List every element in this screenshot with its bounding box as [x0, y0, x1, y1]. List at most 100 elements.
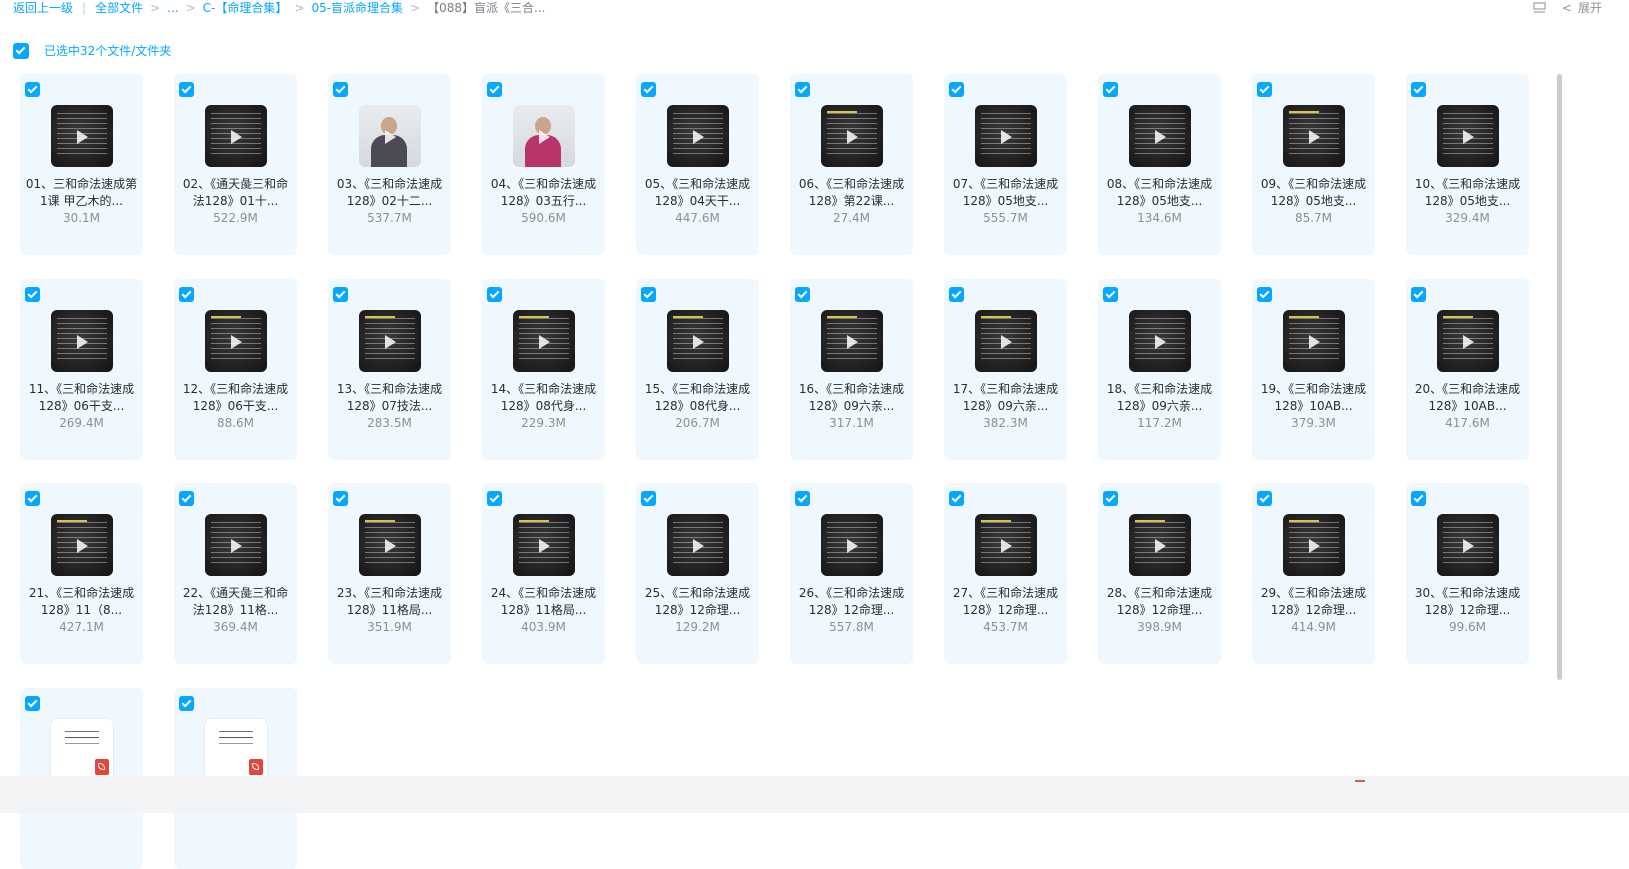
- breadcrumb-all-files[interactable]: 全部文件: [95, 0, 143, 16]
- scrollbar-thumb[interactable]: [1557, 74, 1562, 680]
- file-card[interactable]: 06、《三和命法速成128》第22课... 27.4M: [790, 74, 913, 255]
- file-name[interactable]: 29、《三和命法速成128》12命理...: [1256, 585, 1371, 619]
- file-checkbox[interactable]: [179, 696, 194, 711]
- file-checkbox[interactable]: [1411, 82, 1426, 97]
- file-checkbox[interactable]: [949, 287, 964, 302]
- file-card[interactable]: 18、《三和命法速成128》09六亲... 117.2M: [1098, 279, 1221, 460]
- file-name[interactable]: 09、《三和命法速成128》05地支...: [1256, 176, 1371, 210]
- video-thumbnail[interactable]: [821, 105, 883, 167]
- file-name[interactable]: 28、《三和命法速成128》12命理...: [1102, 585, 1217, 619]
- video-thumbnail[interactable]: [1129, 105, 1191, 167]
- file-name[interactable]: 02、《通天彘三和命法128》01十...: [178, 176, 293, 210]
- file-card[interactable]: 05、《三和命法速成128》04天干... 447.6M: [636, 74, 759, 255]
- file-name[interactable]: 16、《三和命法速成128》09六亲...: [794, 381, 909, 415]
- video-thumbnail[interactable]: [51, 514, 113, 576]
- file-card[interactable]: 13、《三和命法速成128》07技法... 283.5M: [328, 279, 451, 460]
- file-checkbox[interactable]: [1411, 287, 1426, 302]
- vertical-scrollbar[interactable]: [1555, 74, 1565, 680]
- file-card[interactable]: 01、三和命法速成第1课 甲乙木的... 30.1M: [20, 74, 143, 255]
- file-name[interactable]: 25、《三和命法速成128》12命理...: [640, 585, 755, 619]
- file-name[interactable]: 17、《三和命法速成128》09六亲...: [948, 381, 1063, 415]
- chevron-left-icon[interactable]: <: [1562, 0, 1572, 16]
- file-name[interactable]: 04、《三和命法速成128》03五行...: [486, 176, 601, 210]
- file-name[interactable]: 21、《三和命法速成128》11（8...: [24, 585, 139, 619]
- file-checkbox[interactable]: [641, 491, 656, 506]
- file-checkbox[interactable]: [333, 82, 348, 97]
- video-thumbnail[interactable]: [513, 310, 575, 372]
- select-all-checkbox[interactable]: [13, 43, 29, 59]
- file-checkbox[interactable]: [1411, 491, 1426, 506]
- file-checkbox[interactable]: [1103, 287, 1118, 302]
- file-name[interactable]: 01、三和命法速成第1课 甲乙木的...: [24, 176, 139, 210]
- file-checkbox[interactable]: [179, 287, 194, 302]
- file-card[interactable]: 29、《三和命法速成128》12命理... 414.9M: [1252, 483, 1375, 664]
- document-thumbnail[interactable]: [51, 719, 113, 781]
- video-thumbnail[interactable]: [359, 310, 421, 372]
- file-card[interactable]: 11、《三和命法速成128》06干支... 269.4M: [20, 279, 143, 460]
- file-card[interactable]: 10、《三和命法速成128》05地支... 329.4M: [1406, 74, 1529, 255]
- video-thumbnail[interactable]: [205, 310, 267, 372]
- file-checkbox[interactable]: [795, 82, 810, 97]
- video-thumbnail[interactable]: [205, 105, 267, 167]
- video-thumbnail[interactable]: [821, 310, 883, 372]
- file-name[interactable]: 26、《三和命法速成128》12命理...: [794, 585, 909, 619]
- file-checkbox[interactable]: [179, 491, 194, 506]
- file-card[interactable]: 21、《三和命法速成128》11（8... 427.1M: [20, 483, 143, 664]
- video-thumbnail[interactable]: [1283, 514, 1345, 576]
- document-thumbnail[interactable]: [205, 719, 267, 781]
- video-thumbnail[interactable]: [513, 105, 575, 167]
- file-name[interactable]: 11、《三和命法速成128》06干支...: [24, 381, 139, 415]
- file-checkbox[interactable]: [25, 491, 40, 506]
- file-name[interactable]: 19、《三和命法速成128》10AB...: [1256, 381, 1371, 415]
- file-card[interactable]: 04、《三和命法速成128》03五行... 590.6M: [482, 74, 605, 255]
- file-name[interactable]: 05、《三和命法速成128》04天干...: [640, 176, 755, 210]
- file-name[interactable]: 06、《三和命法速成128》第22课...: [794, 176, 909, 210]
- file-name[interactable]: 10、《三和命法速成128》05地支...: [1410, 176, 1525, 210]
- file-checkbox[interactable]: [641, 287, 656, 302]
- video-thumbnail[interactable]: [359, 105, 421, 167]
- video-thumbnail[interactable]: [359, 514, 421, 576]
- file-checkbox[interactable]: [1103, 82, 1118, 97]
- file-name[interactable]: 22、《通天彘三和命法128》11格...: [178, 585, 293, 619]
- file-checkbox[interactable]: [795, 491, 810, 506]
- file-name[interactable]: 13、《三和命法速成128》07技法...: [332, 381, 447, 415]
- video-thumbnail[interactable]: [51, 310, 113, 372]
- file-card[interactable]: 15、《三和命法速成128》08代身... 206.7M: [636, 279, 759, 460]
- file-checkbox[interactable]: [949, 491, 964, 506]
- video-thumbnail[interactable]: [513, 514, 575, 576]
- file-card[interactable]: 27、《三和命法速成128》12命理... 453.7M: [944, 483, 1067, 664]
- file-name[interactable]: 03、《三和命法速成128》02十二...: [332, 176, 447, 210]
- file-checkbox[interactable]: [333, 287, 348, 302]
- video-thumbnail[interactable]: [51, 105, 113, 167]
- video-thumbnail[interactable]: [1283, 310, 1345, 372]
- file-card[interactable]: 19、《三和命法速成128》10AB... 379.3M: [1252, 279, 1375, 460]
- video-thumbnail[interactable]: [667, 310, 729, 372]
- file-checkbox[interactable]: [1257, 491, 1272, 506]
- video-thumbnail[interactable]: [1129, 514, 1191, 576]
- file-checkbox[interactable]: [1257, 287, 1272, 302]
- video-thumbnail[interactable]: [821, 514, 883, 576]
- file-checkbox[interactable]: [487, 82, 502, 97]
- file-checkbox[interactable]: [487, 287, 502, 302]
- video-thumbnail[interactable]: [975, 105, 1037, 167]
- video-thumbnail[interactable]: [1437, 105, 1499, 167]
- file-card[interactable]: 03、《三和命法速成128》02十二... 537.7M: [328, 74, 451, 255]
- file-name[interactable]: 08、《三和命法速成128》05地支...: [1102, 176, 1217, 210]
- file-card[interactable]: 30、《三和命法速成128》12命理... 99.6M: [1406, 483, 1529, 664]
- video-thumbnail[interactable]: [1129, 310, 1191, 372]
- video-thumbnail[interactable]: [975, 310, 1037, 372]
- file-name[interactable]: 30、《三和命法速成128》12命理...: [1410, 585, 1525, 619]
- file-card[interactable]: 22、《通天彘三和命法128》11格... 369.4M: [174, 483, 297, 664]
- file-card[interactable]: 28、《三和命法速成128》12命理... 398.9M: [1098, 483, 1221, 664]
- video-thumbnail[interactable]: [667, 514, 729, 576]
- breadcrumb-level2[interactable]: 05-盲派命理合集: [311, 0, 403, 16]
- expand-button[interactable]: 展开: [1578, 0, 1602, 16]
- file-checkbox[interactable]: [1257, 82, 1272, 97]
- file-card[interactable]: 07、《三和命法速成128》05地支... 555.7M: [944, 74, 1067, 255]
- file-card[interactable]: 25、《三和命法速成128》12命理... 129.2M: [636, 483, 759, 664]
- file-name[interactable]: 12、《三和命法速成128》06干支...: [178, 381, 293, 415]
- file-card[interactable]: 23、《三和命法速成128》11格局... 351.9M: [328, 483, 451, 664]
- file-card[interactable]: 20、《三和命法速成128》10AB... 417.6M: [1406, 279, 1529, 460]
- file-checkbox[interactable]: [795, 287, 810, 302]
- video-thumbnail[interactable]: [205, 514, 267, 576]
